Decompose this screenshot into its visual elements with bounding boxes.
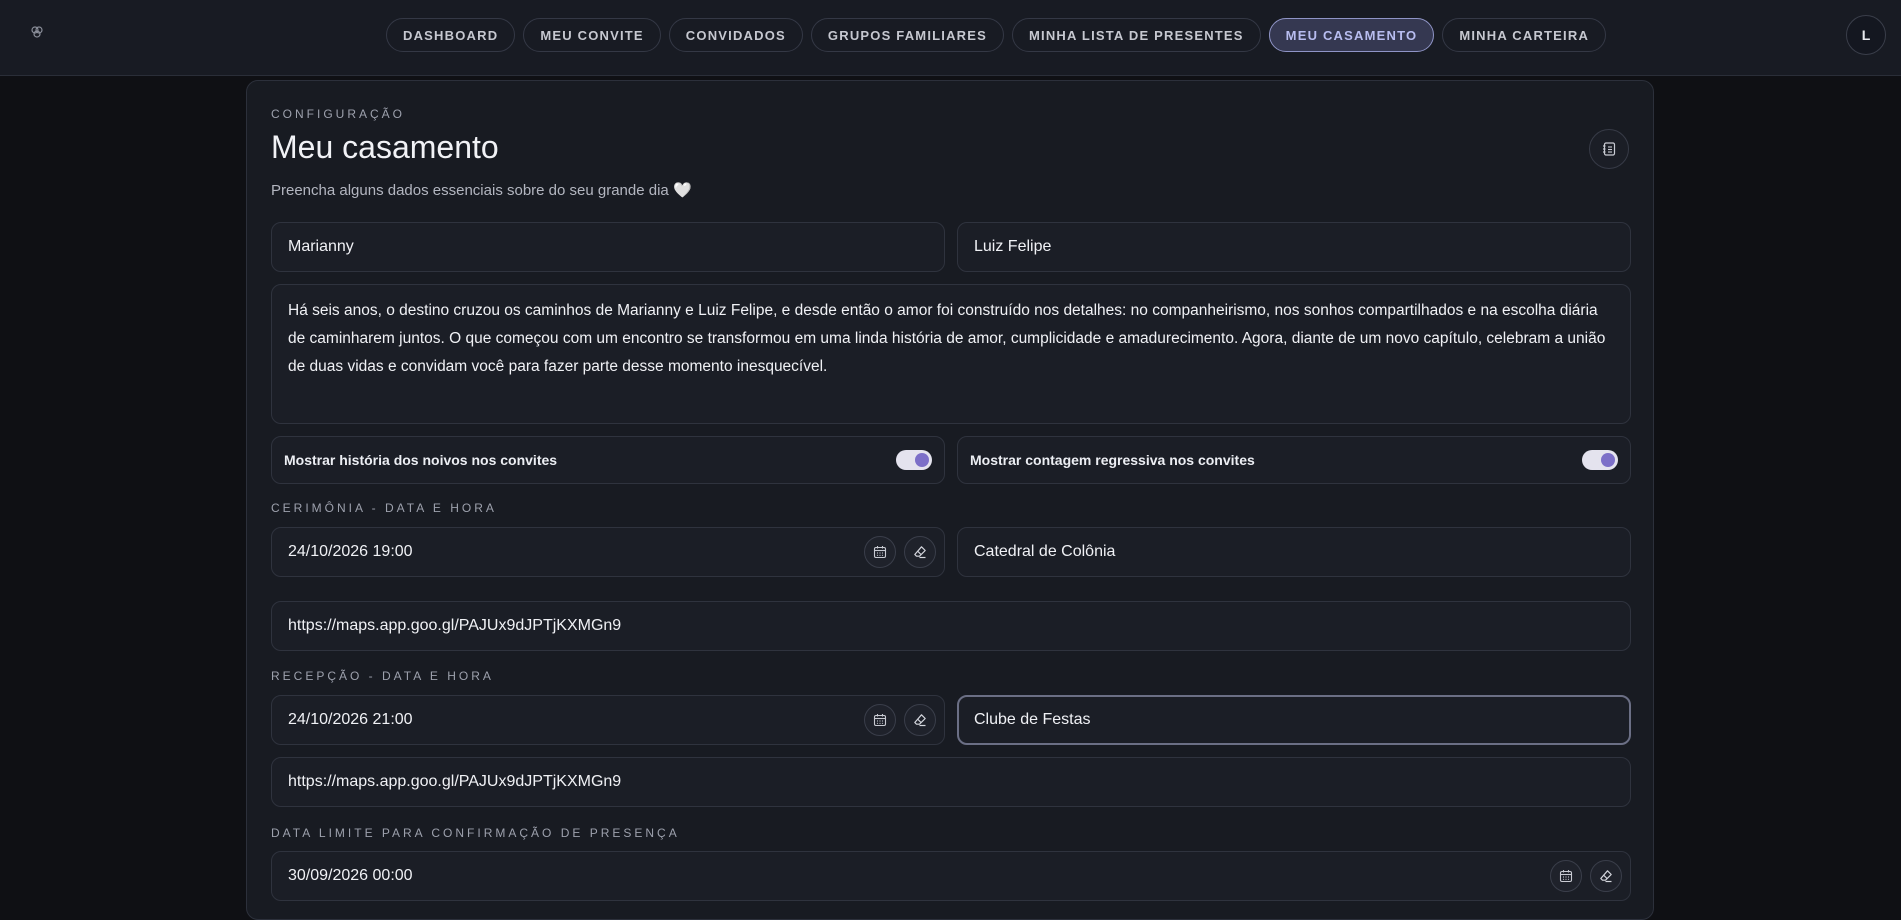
ceremony-place-input[interactable]: Catedral de Colônia [957, 527, 1631, 577]
bride-name-input[interactable]: Marianny [271, 222, 945, 272]
nav-dashboard[interactable]: DASHBOARD [386, 18, 516, 52]
nav-meu-convite[interactable]: MEU CONVITE [523, 18, 661, 52]
section-label-cerimonia: CERIMÔNIA - DATA E HORA [271, 501, 497, 515]
rsvp-clear-button[interactable] [1590, 860, 1622, 892]
calendar-icon [873, 714, 887, 727]
section-label-configuracao: CONFIGURAÇÃO [271, 107, 406, 121]
ceremony-clear-button[interactable] [904, 536, 936, 568]
nav-minha-lista-de-presentes[interactable]: MINHA LISTA DE PRESENTES [1012, 18, 1261, 52]
nav-meu-casamento[interactable]: MEU CASAMENTO [1268, 18, 1435, 52]
subtitle-text: Preencha alguns dados essenciais sobre d… [271, 182, 669, 199]
logo[interactable] [30, 22, 44, 42]
ceremony-calendar-button[interactable] [864, 536, 896, 568]
nav-convidados[interactable]: CONVIDADOS [668, 18, 803, 52]
groom-name-input[interactable]: Luiz Felipe [957, 222, 1631, 272]
flower-logo-icon [31, 26, 43, 38]
reception-datetime-value: 24/10/2026 21:00 [288, 711, 413, 728]
rsvp-deadline-field[interactable]: 30/09/2026 00:00 [271, 851, 1631, 901]
reception-place-input[interactable]: Clube de Festas [957, 695, 1631, 745]
top-navbar: DASHBOARD MEU CONVITE CONVIDADOS GRUPOS … [0, 0, 1901, 76]
reception-maps-link-input[interactable]: https://maps.app.goo.gl/PAJUx9dJPTjKXMGn… [271, 757, 1631, 807]
page-title: Meu casamento [271, 129, 499, 165]
reception-clear-button[interactable] [904, 704, 936, 736]
nav-grupos-familiares[interactable]: GRUPOS FAMILIARES [810, 18, 1004, 52]
ceremony-datetime-field[interactable]: 24/10/2026 19:00 [271, 527, 945, 577]
section-label-recepcao: RECEPÇÃO - DATA E HORA [271, 669, 494, 683]
calendar-icon [1559, 870, 1573, 883]
toggle-countdown-switch[interactable] [1582, 450, 1618, 470]
eraser-icon [1600, 870, 1612, 883]
toggle-countdown-knob [1601, 453, 1615, 467]
user-avatar[interactable]: L [1846, 15, 1886, 55]
rsvp-deadline-value: 30/09/2026 00:00 [288, 867, 413, 884]
heart-icon: 🤍 [672, 182, 692, 199]
toggle-story-switch[interactable] [896, 450, 932, 470]
wedding-settings-card: CONFIGURAÇÃO Meu casamento Preencha algu… [246, 80, 1654, 920]
toggle-story-knob [915, 453, 929, 467]
section-label-rsvp-deadline: DATA LIMITE PARA CONFIRMAÇÃO DE PRESENÇA [271, 826, 680, 840]
reception-datetime-field[interactable]: 24/10/2026 21:00 [271, 695, 945, 745]
ceremony-maps-link-input[interactable]: https://maps.app.goo.gl/PAJUx9dJPTjKXMGn… [271, 601, 1631, 651]
rsvp-calendar-button[interactable] [1550, 860, 1582, 892]
toggle-countdown-label: Mostrar contagem regressiva nos convites [970, 452, 1255, 468]
reception-calendar-button[interactable] [864, 704, 896, 736]
eraser-icon [914, 546, 926, 559]
notebook-icon [1603, 142, 1616, 156]
calendar-icon [873, 546, 887, 559]
main-nav: DASHBOARD MEU CONVITE CONVIDADOS GRUPOS … [386, 18, 1607, 52]
ceremony-datetime-value: 24/10/2026 19:00 [288, 543, 413, 560]
ceremony-datetime-actions [864, 536, 936, 568]
nav-minha-carteira[interactable]: MINHA CARTEIRA [1442, 18, 1607, 52]
story-textarea[interactable]: Há seis anos, o destino cruzou os caminh… [271, 284, 1631, 424]
toggle-row-story: Mostrar história dos noivos nos convites [271, 436, 945, 484]
toggle-story-label: Mostrar história dos noivos nos convites [284, 452, 558, 468]
toggle-row-countdown: Mostrar contagem regressiva nos convites [957, 436, 1631, 484]
notes-button[interactable] [1589, 129, 1629, 169]
page-subtitle: Preencha alguns dados essenciais sobre d… [271, 181, 692, 199]
eraser-icon [914, 714, 926, 727]
rsvp-deadline-actions [1550, 860, 1622, 892]
reception-datetime-actions [864, 704, 936, 736]
